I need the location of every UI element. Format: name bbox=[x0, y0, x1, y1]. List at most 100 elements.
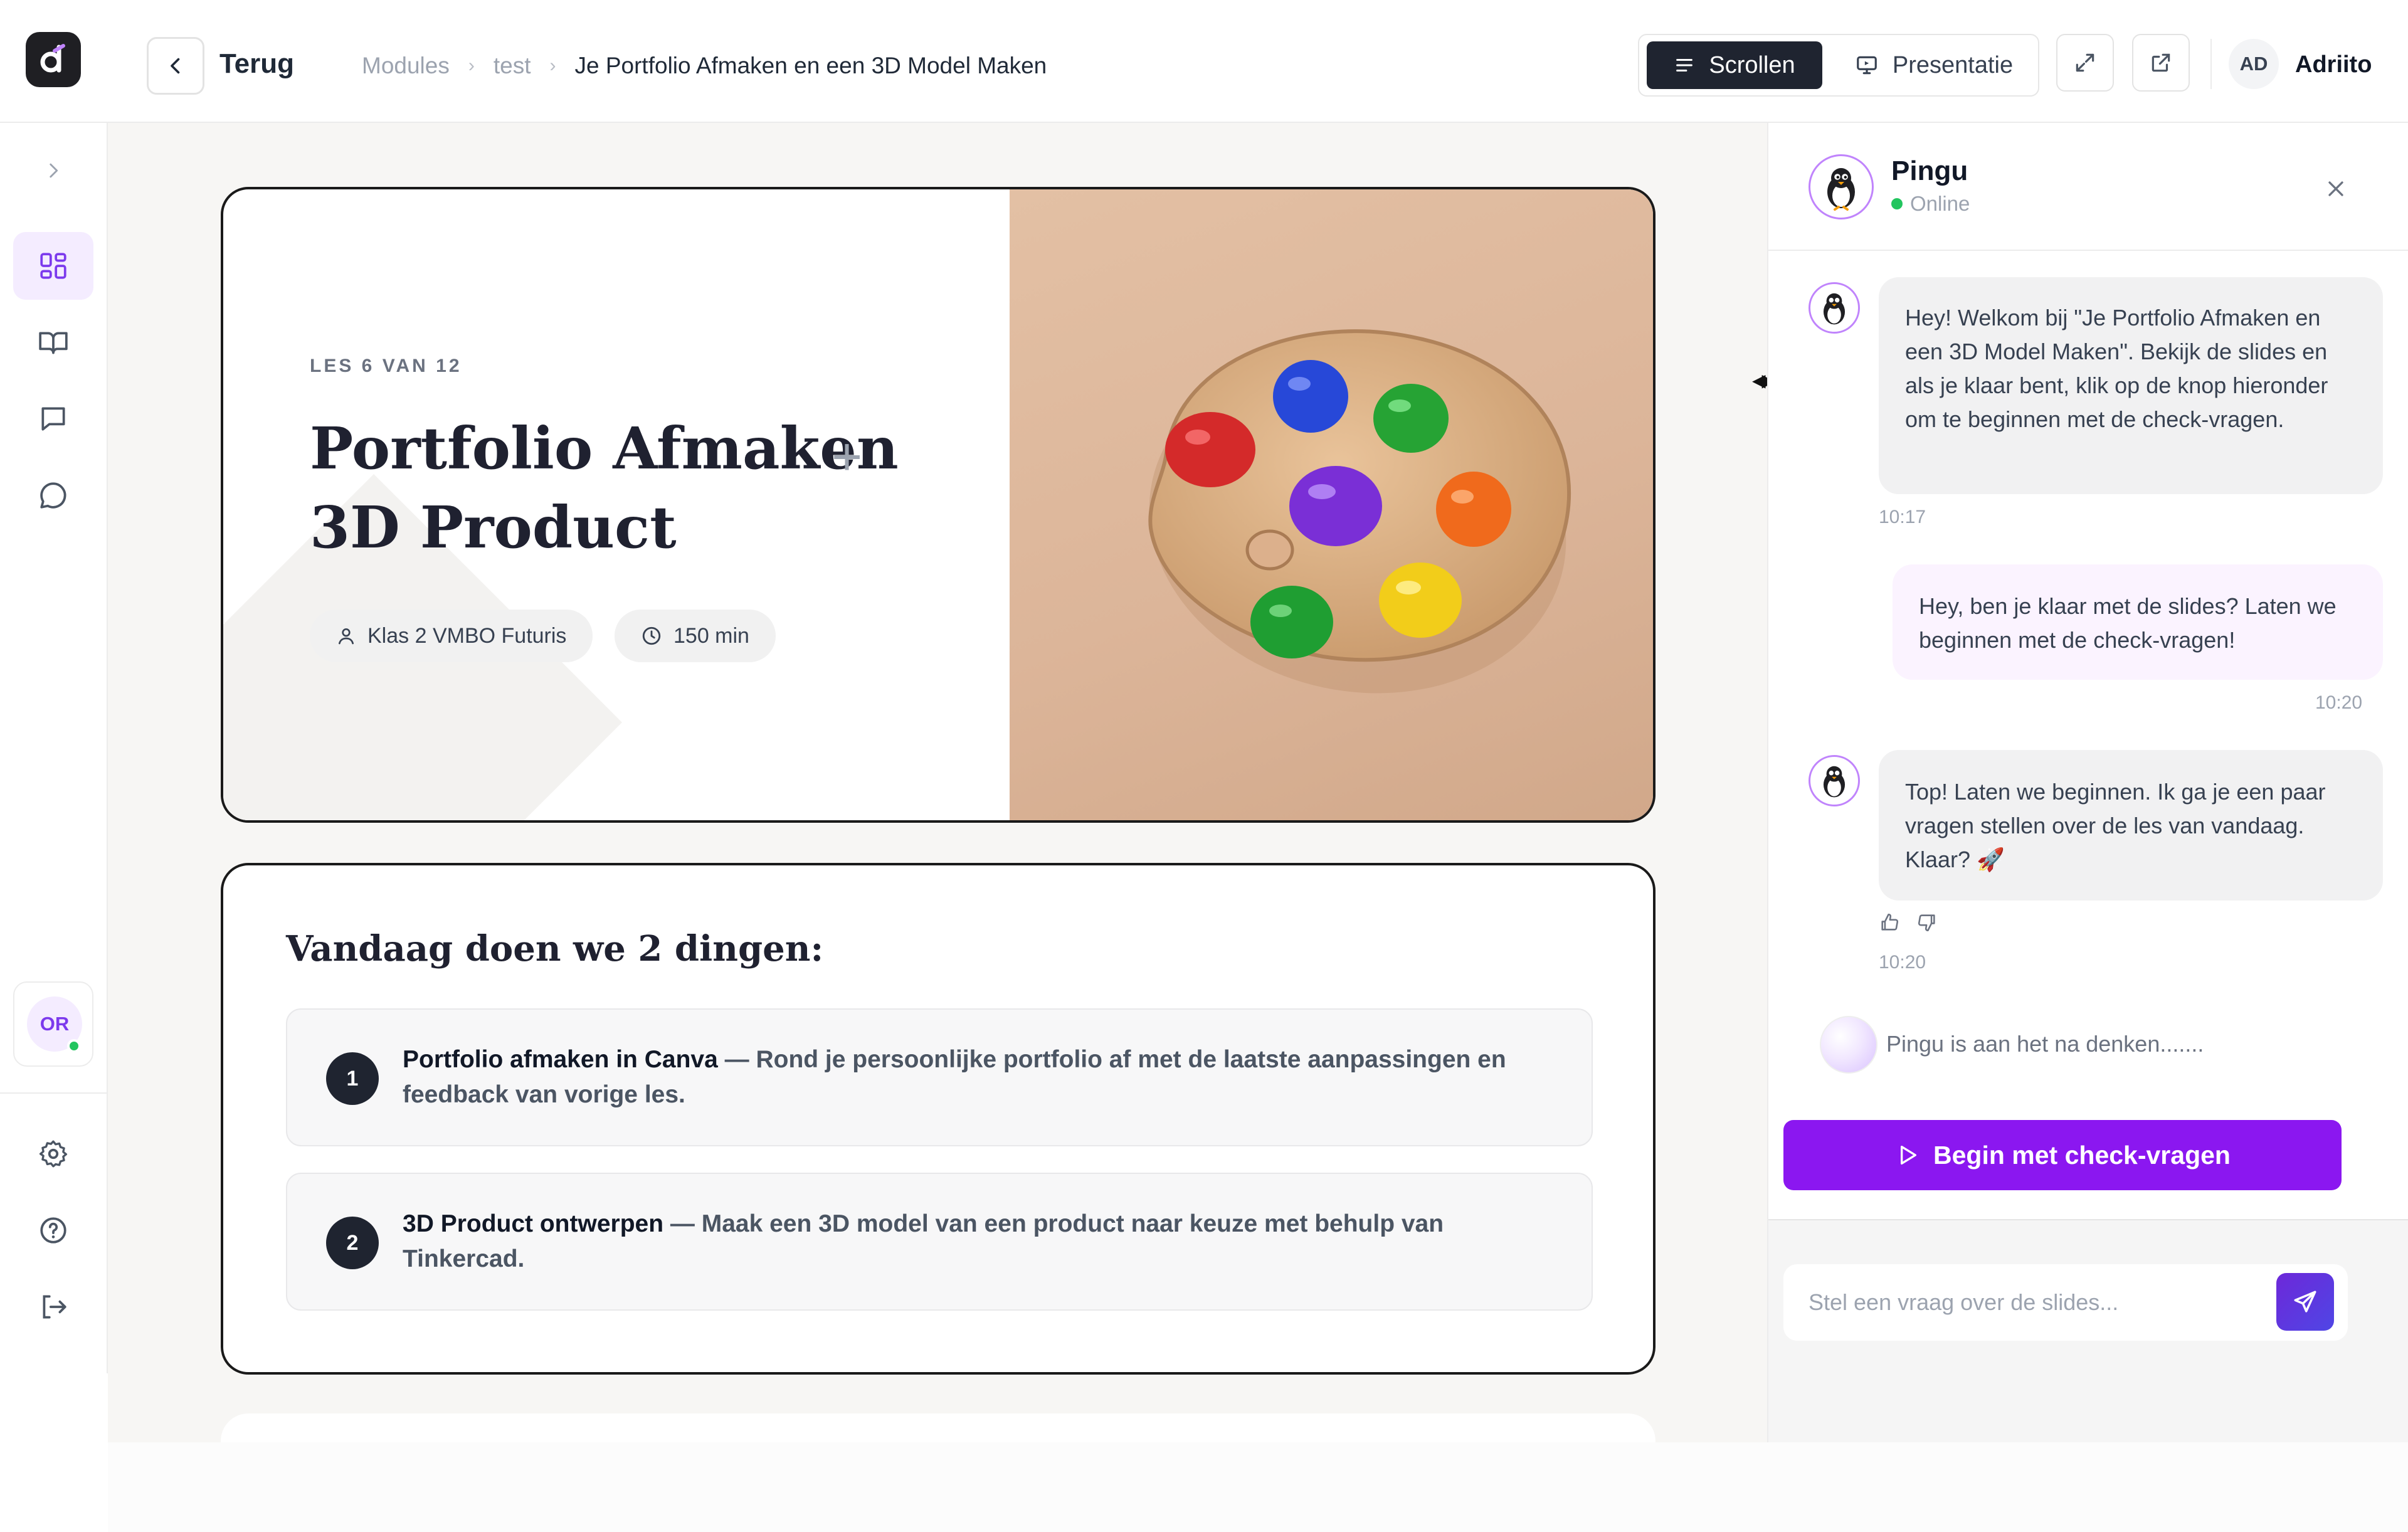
bot-message: Top! Laten we beginnen. Ik ga je een paa… bbox=[1879, 750, 2383, 901]
step-number: 2 bbox=[326, 1217, 379, 1269]
bot-avatar bbox=[1809, 154, 1874, 219]
dashboard-icon bbox=[40, 253, 66, 279]
lesson-counter: LES 6 VAN 12 bbox=[310, 356, 462, 376]
app-logo[interactable] bbox=[26, 32, 81, 87]
slide-title-line2: 3D Product bbox=[310, 494, 677, 561]
sidebar-item-dashboard[interactable] bbox=[13, 232, 93, 300]
thinking-indicator bbox=[1820, 1016, 1877, 1074]
expand-icon bbox=[2076, 53, 2094, 72]
paint-palette-illustration bbox=[1148, 329, 1571, 694]
agenda-item-title: Portfolio afmaken in Canva bbox=[403, 1046, 718, 1073]
sidebar-item-help[interactable] bbox=[13, 1197, 93, 1264]
duration-chip: 150 min bbox=[615, 610, 776, 662]
chat-header: Pingu Online bbox=[1768, 123, 2408, 251]
duration-chip-label: 150 min bbox=[673, 623, 749, 648]
chevron-right-icon: › bbox=[468, 55, 475, 76]
chat-footer bbox=[1768, 1219, 2408, 1442]
chat-panel: Pingu Online Hey! Welkom bij "Je Portfol… bbox=[1767, 123, 2408, 1442]
presentation-mode-label: Presentatie bbox=[1892, 51, 2014, 78]
logo-mark-icon bbox=[40, 44, 65, 73]
chevron-right-icon: › bbox=[549, 55, 556, 76]
sidebar-item-settings[interactable] bbox=[13, 1120, 93, 1188]
clock-icon bbox=[642, 626, 661, 645]
class-chip-label: Klas 2 VMBO Futuris bbox=[367, 623, 567, 648]
back-button[interactable] bbox=[147, 37, 204, 95]
view-mode-switch: Scrollen Presentatie bbox=[1638, 34, 2039, 97]
breadcrumb-test[interactable]: test bbox=[494, 53, 531, 79]
fullscreen-button[interactable] bbox=[2056, 34, 2114, 92]
message-timestamp: 10:20 bbox=[2315, 692, 2363, 713]
sidebar-item-chat[interactable] bbox=[13, 462, 93, 529]
online-dot bbox=[1891, 198, 1903, 209]
sidebar-item-logout[interactable] bbox=[13, 1273, 93, 1341]
breadcrumb: Modules › test › Je Portfolio Afmaken en… bbox=[362, 53, 1047, 79]
settings-icon bbox=[39, 1140, 68, 1168]
send-button[interactable] bbox=[2276, 1273, 2334, 1331]
chat-input[interactable] bbox=[1783, 1264, 2260, 1341]
bot-status: Online bbox=[1891, 192, 1970, 216]
begin-check-questions-button[interactable]: Begin met check-vragen bbox=[1783, 1120, 2342, 1190]
back-label[interactable]: Terug bbox=[219, 48, 294, 80]
send-icon bbox=[2294, 1291, 2316, 1313]
presentation-icon bbox=[1857, 56, 1877, 75]
user-message: Hey, ben je klaar met de slides? Laten w… bbox=[1893, 564, 2383, 680]
open-external-button[interactable] bbox=[2132, 34, 2190, 92]
agenda-item-text: Portfolio afmaken in Canva — Rond je per… bbox=[403, 1042, 1556, 1112]
page-bottom-area bbox=[108, 1442, 2408, 1532]
play-icon bbox=[1901, 1146, 1917, 1165]
bot-message: Hey! Welkom bij "Je Portfolio Afmaken en… bbox=[1879, 277, 2383, 494]
agenda-item-text: 3D Product ontwerpen — Maak een 3D model… bbox=[403, 1207, 1556, 1277]
begin-check-questions-label: Begin met check-vragen bbox=[1933, 1140, 2231, 1170]
scroll-mode-button[interactable]: Scrollen bbox=[1647, 41, 1822, 89]
slide-title: Portfolio Afmaken 3D Product bbox=[310, 409, 974, 567]
user-avatar[interactable]: AD bbox=[2229, 39, 2279, 89]
book-icon bbox=[39, 332, 68, 354]
message-timestamp: 10:20 bbox=[1879, 952, 1926, 973]
close-chat-button[interactable] bbox=[2320, 173, 2352, 204]
penguin-icon bbox=[1823, 766, 1846, 798]
agenda-item: 1 Portfolio afmaken in Canva — Rond je p… bbox=[286, 1008, 1593, 1146]
user-name[interactable]: Adriito bbox=[2295, 51, 2372, 78]
divider bbox=[2210, 39, 2212, 89]
message-reactions bbox=[1879, 912, 1938, 936]
scroll-mode-label: Scrollen bbox=[1709, 51, 1795, 78]
top-bar: Terug Modules › test › Je Portfolio Afma… bbox=[0, 0, 2408, 123]
sidebar-expand-button[interactable] bbox=[13, 137, 93, 204]
chat-square-icon bbox=[41, 407, 65, 431]
sidebar-item-messages[interactable] bbox=[13, 385, 93, 453]
agenda-item: 2 3D Product ontwerpen — Maak een 3D mod… bbox=[286, 1173, 1593, 1311]
thumbs-up-button[interactable] bbox=[1879, 912, 1900, 936]
plus-sign: + bbox=[832, 427, 863, 486]
chevron-left-icon bbox=[171, 58, 180, 74]
breadcrumb-current: Je Portfolio Afmaken en een 3D Model Mak… bbox=[574, 53, 1047, 78]
bot-status-label: Online bbox=[1910, 192, 1970, 215]
paint-palette-image bbox=[1010, 189, 1653, 820]
agenda-item-title: 3D Product ontwerpen bbox=[403, 1210, 664, 1237]
breadcrumb-modules[interactable]: Modules bbox=[362, 53, 450, 79]
divider bbox=[0, 1092, 107, 1094]
user-icon bbox=[339, 628, 354, 645]
slides-area[interactable]: LES 6 VAN 12 Portfolio Afmaken 3D Produc… bbox=[108, 123, 1767, 1476]
organization-switcher[interactable]: OR bbox=[13, 981, 93, 1067]
logout-icon bbox=[43, 1295, 66, 1319]
step-number: 1 bbox=[326, 1052, 379, 1105]
thumbs-up-icon bbox=[1881, 913, 1899, 931]
close-icon bbox=[2328, 181, 2343, 196]
sidebar: OR bbox=[0, 123, 108, 1373]
message-timestamp: 10:17 bbox=[1879, 507, 1926, 527]
chevron-right-icon bbox=[50, 163, 58, 178]
help-icon bbox=[40, 1217, 66, 1244]
thumbs-down-button[interactable] bbox=[1916, 912, 1938, 936]
thinking-text: Pingu is aan het na denken....... bbox=[1886, 1031, 2204, 1057]
class-chip: Klas 2 VMBO Futuris bbox=[310, 610, 593, 662]
external-link-icon bbox=[2152, 53, 2170, 72]
online-status-dot bbox=[67, 1039, 81, 1053]
bot-avatar bbox=[1809, 282, 1860, 334]
agenda-slide: Vandaag doen we 2 dingen: 1 Portfolio af… bbox=[221, 863, 1656, 1375]
title-slide: LES 6 VAN 12 Portfolio Afmaken 3D Produc… bbox=[221, 187, 1656, 823]
penguin-icon bbox=[1823, 293, 1846, 325]
sidebar-item-library[interactable] bbox=[13, 309, 93, 376]
presentation-mode-button[interactable]: Presentatie bbox=[1834, 41, 2034, 89]
agenda-title: Vandaag doen we 2 dingen: bbox=[286, 928, 824, 969]
chat-input-container bbox=[1783, 1264, 2348, 1341]
